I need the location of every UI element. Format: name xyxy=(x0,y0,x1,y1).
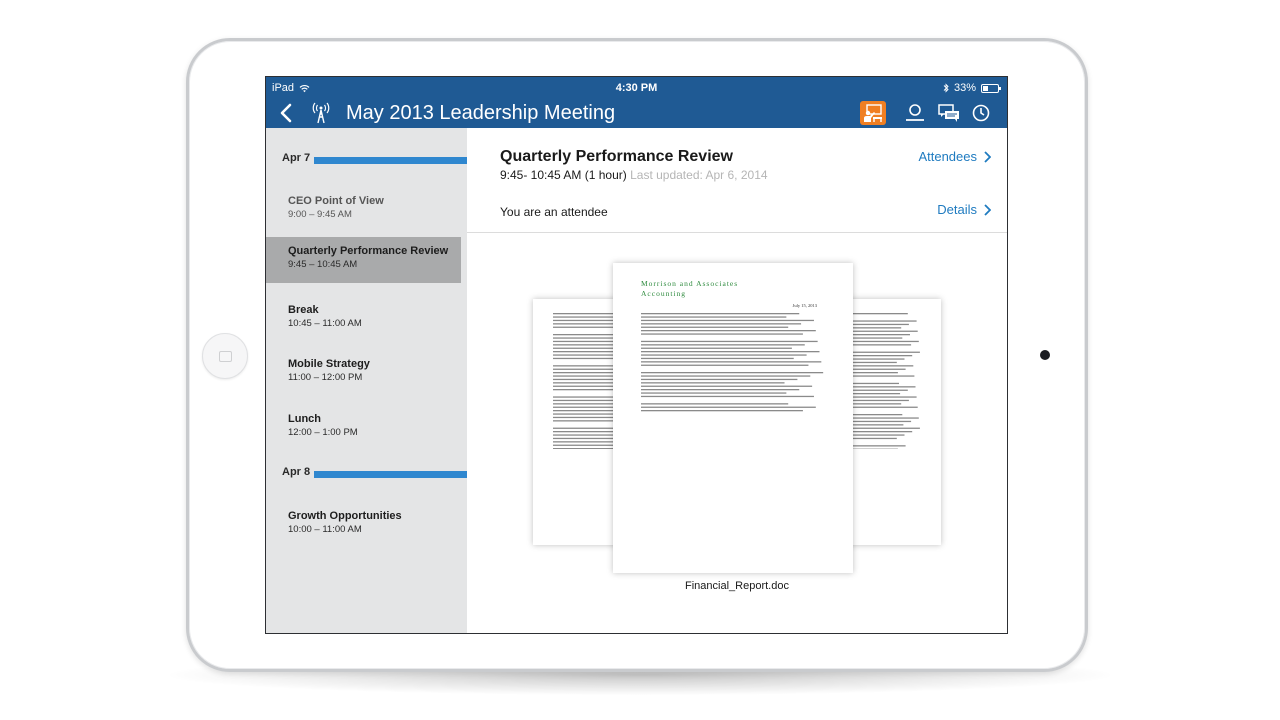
profile-icon xyxy=(906,104,924,121)
document-preview[interactable]: Morrison and Associates Accounting July … xyxy=(527,263,947,583)
agenda-item-time: 10:00 – 11:00 AM xyxy=(288,524,362,535)
date-label: Apr 8 xyxy=(282,466,311,478)
document-text-lines xyxy=(641,313,824,412)
profile-button[interactable] xyxy=(902,101,928,125)
attendees-link-label: Attendees xyxy=(918,149,977,164)
date-header-apr7: Apr 7 xyxy=(266,152,467,168)
text-line xyxy=(641,403,789,405)
section-divider xyxy=(467,232,1007,233)
agenda-item-ceo-point-of-view[interactable]: CEO Point of View 9:00 – 9:45 AM xyxy=(266,187,467,233)
last-updated: Last updated: Apr 6, 2014 xyxy=(630,168,768,182)
text-line xyxy=(641,410,803,412)
agenda-sidebar: Apr 7 CEO Point of View 9:00 – 9:45 AM Q… xyxy=(266,128,467,633)
text-line xyxy=(641,354,807,356)
agenda-item-title: Growth Opportunities xyxy=(288,510,402,522)
text-line xyxy=(641,395,814,398)
clock-icon xyxy=(972,104,990,122)
battery-percent: 33% xyxy=(953,82,976,94)
text-line xyxy=(641,319,814,322)
text-line xyxy=(641,392,787,394)
session-time: 9:45- 10:45 AM (1 hour) xyxy=(500,168,627,182)
details-link-label: Details xyxy=(937,202,977,217)
text-line xyxy=(641,313,800,315)
agenda-item-title: Lunch xyxy=(288,413,321,425)
attendee-status: You are an attendee xyxy=(500,205,608,219)
agenda-item-time: 9:00 – 9:45 AM xyxy=(288,209,352,220)
agenda-item-mobile-strategy[interactable]: Mobile Strategy 11:00 – 12:00 PM xyxy=(266,350,467,396)
ipad-screen: iPad 4:30 PM 33% May 2013 Leadership Mee… xyxy=(265,76,1008,634)
status-bar: iPad 4:30 PM 33% xyxy=(266,77,1007,99)
text-line xyxy=(641,316,787,318)
presenter-button[interactable] xyxy=(860,101,886,125)
text-line xyxy=(641,326,789,328)
radio-tower-icon xyxy=(312,102,330,124)
agenda-item-time: 9:45 – 10:45 AM xyxy=(288,259,358,270)
text-line xyxy=(641,385,813,387)
text-line xyxy=(641,364,809,366)
text-line xyxy=(641,347,792,349)
session-title: Quarterly Performance Review xyxy=(500,148,733,165)
text-line xyxy=(641,323,802,325)
date-divider-bar xyxy=(314,157,467,164)
details-link[interactable]: Details xyxy=(937,202,991,217)
text-line xyxy=(641,333,803,335)
chat-icon xyxy=(938,104,959,122)
attendees-link[interactable]: Attendees xyxy=(918,149,991,164)
nav-bar: May 2013 Leadership Meeting xyxy=(266,99,1007,128)
text-line xyxy=(641,382,785,384)
text-line xyxy=(641,389,800,391)
text-line xyxy=(641,330,816,332)
presenter-icon xyxy=(864,104,882,122)
text-line xyxy=(641,340,818,343)
document-filename: Financial_Report.doc xyxy=(685,580,789,592)
schedule-button[interactable] xyxy=(968,101,994,125)
front-camera xyxy=(1040,350,1050,360)
agenda-item-title: Mobile Strategy xyxy=(288,358,370,370)
text-line xyxy=(641,361,822,363)
agenda-item-title: Break xyxy=(288,304,319,316)
chevron-right-icon xyxy=(984,203,991,216)
agenda-item-time: 11:00 – 12:00 PM xyxy=(288,372,363,383)
text-line xyxy=(641,357,794,360)
battery-icon xyxy=(981,83,1001,93)
agenda-item-time: 12:00 – 1:00 PM xyxy=(288,427,358,438)
status-time: 4:30 PM xyxy=(615,82,658,94)
meeting-title: May 2013 Leadership Meeting xyxy=(346,102,616,124)
document-page-front: Morrison and Associates Accounting July … xyxy=(613,263,853,573)
text-line xyxy=(641,351,820,353)
text-line xyxy=(641,406,816,408)
agenda-item-lunch[interactable]: Lunch 12:00 – 1:00 PM xyxy=(266,405,467,451)
agenda-item-title: CEO Point of View xyxy=(288,195,384,207)
text-line xyxy=(641,375,811,377)
session-detail-panel: Quarterly Performance Review 9:45- 10:45… xyxy=(467,128,1007,633)
chevron-right-icon xyxy=(984,150,991,163)
agenda-item-time: 10:45 – 11:00 AM xyxy=(288,318,362,329)
agenda-item-quarterly-performance-review[interactable]: Quarterly Performance Review 9:45 – 10:4… xyxy=(266,237,461,283)
chat-button[interactable] xyxy=(936,101,962,125)
date-label: Apr 7 xyxy=(282,152,311,164)
text-line xyxy=(641,378,798,381)
agenda-item-growth-opportunities[interactable]: Growth Opportunities 10:00 – 11:00 AM xyxy=(266,502,467,548)
bluetooth-icon xyxy=(943,83,949,93)
back-chevron-icon[interactable] xyxy=(278,103,296,123)
agenda-item-break[interactable]: Break 10:45 – 11:00 AM xyxy=(266,296,467,342)
agenda-item-title: Quarterly Performance Review xyxy=(288,245,449,257)
date-header-apr8: Apr 8 xyxy=(266,466,467,482)
text-line xyxy=(641,372,824,374)
text-line xyxy=(641,344,805,346)
home-button[interactable] xyxy=(202,333,248,379)
date-divider-bar xyxy=(314,471,467,478)
session-time-line: 9:45- 10:45 AM (1 hour) Last updated: Ap… xyxy=(500,168,768,182)
